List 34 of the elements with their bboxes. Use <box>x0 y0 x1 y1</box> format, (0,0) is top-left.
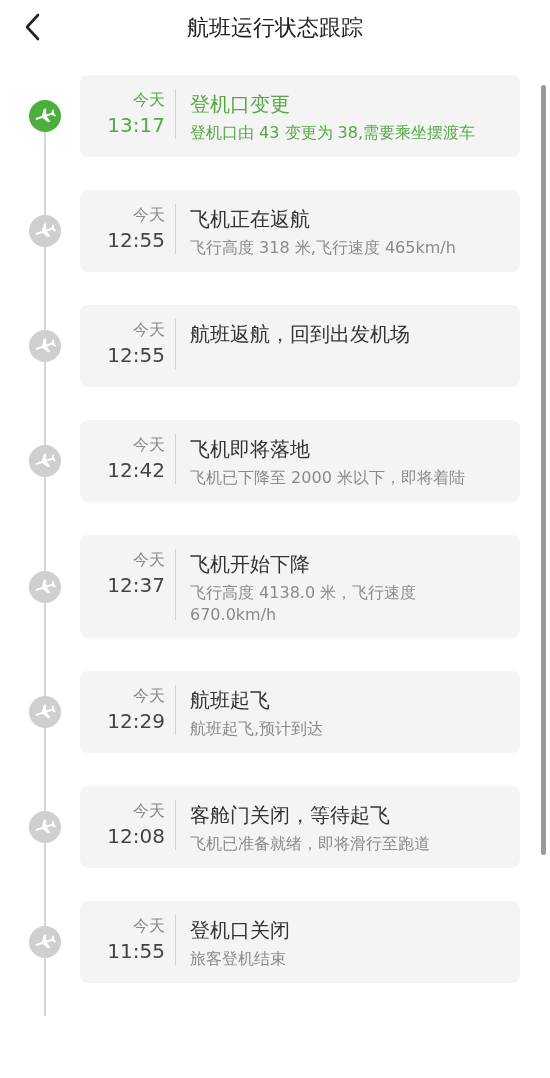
event-title: 客舱门关闭，等待起飞 <box>190 802 391 829</box>
event-day: 今天 <box>133 685 165 707</box>
event-detail: 飞行高度 4138.0 米，飞行速度 670.0km/h <box>190 582 418 626</box>
event-day: 今天 <box>133 89 165 111</box>
event-time: 11:55 <box>107 938 165 965</box>
event-title: 飞机即将落地 <box>190 436 311 463</box>
event-time: 12:08 <box>107 823 165 850</box>
event-time: 12:37 <box>107 572 165 599</box>
event-title: 航班起飞 <box>190 687 271 714</box>
page-title: 航班运行状态跟踪 <box>187 13 363 42</box>
event-time: 12:55 <box>107 227 165 254</box>
event-title: 登机口变更 <box>190 91 291 118</box>
event-time: 13:17 <box>107 112 165 139</box>
event-detail: 飞机已准备就绪，即将滑行至跑道 <box>190 833 431 855</box>
event-day: 今天 <box>133 434 165 456</box>
event-time: 12:29 <box>107 708 165 735</box>
event-day: 今天 <box>133 800 165 822</box>
event-day: 今天 <box>133 319 165 341</box>
event-title: 飞机正在返航 <box>190 206 311 233</box>
event-time: 12:55 <box>107 342 165 369</box>
event-title: 登机口关闭 <box>190 917 291 944</box>
event-detail: 航班起飞,预计到达 <box>190 718 325 740</box>
event-day: 今天 <box>133 204 165 226</box>
back-icon[interactable] <box>24 13 40 41</box>
event-day: 今天 <box>133 549 165 571</box>
event-title: 飞机开始下降 <box>190 551 311 578</box>
scrollbar[interactable] <box>541 85 546 855</box>
event-day: 今天 <box>133 915 165 937</box>
event-time: 12:42 <box>107 457 165 484</box>
event-detail: 旅客登机结束 <box>190 948 287 970</box>
event-detail: 飞机已下降至 2000 米以下，即将着陆 <box>190 467 466 489</box>
event-detail: 飞行高度 318 米,飞行速度 465km/h <box>190 237 457 259</box>
event-title: 航班返航，回到出发机场 <box>190 321 411 348</box>
event-detail: 登机口由 43 变更为 38,需要乘坐摆渡车 <box>190 122 477 144</box>
